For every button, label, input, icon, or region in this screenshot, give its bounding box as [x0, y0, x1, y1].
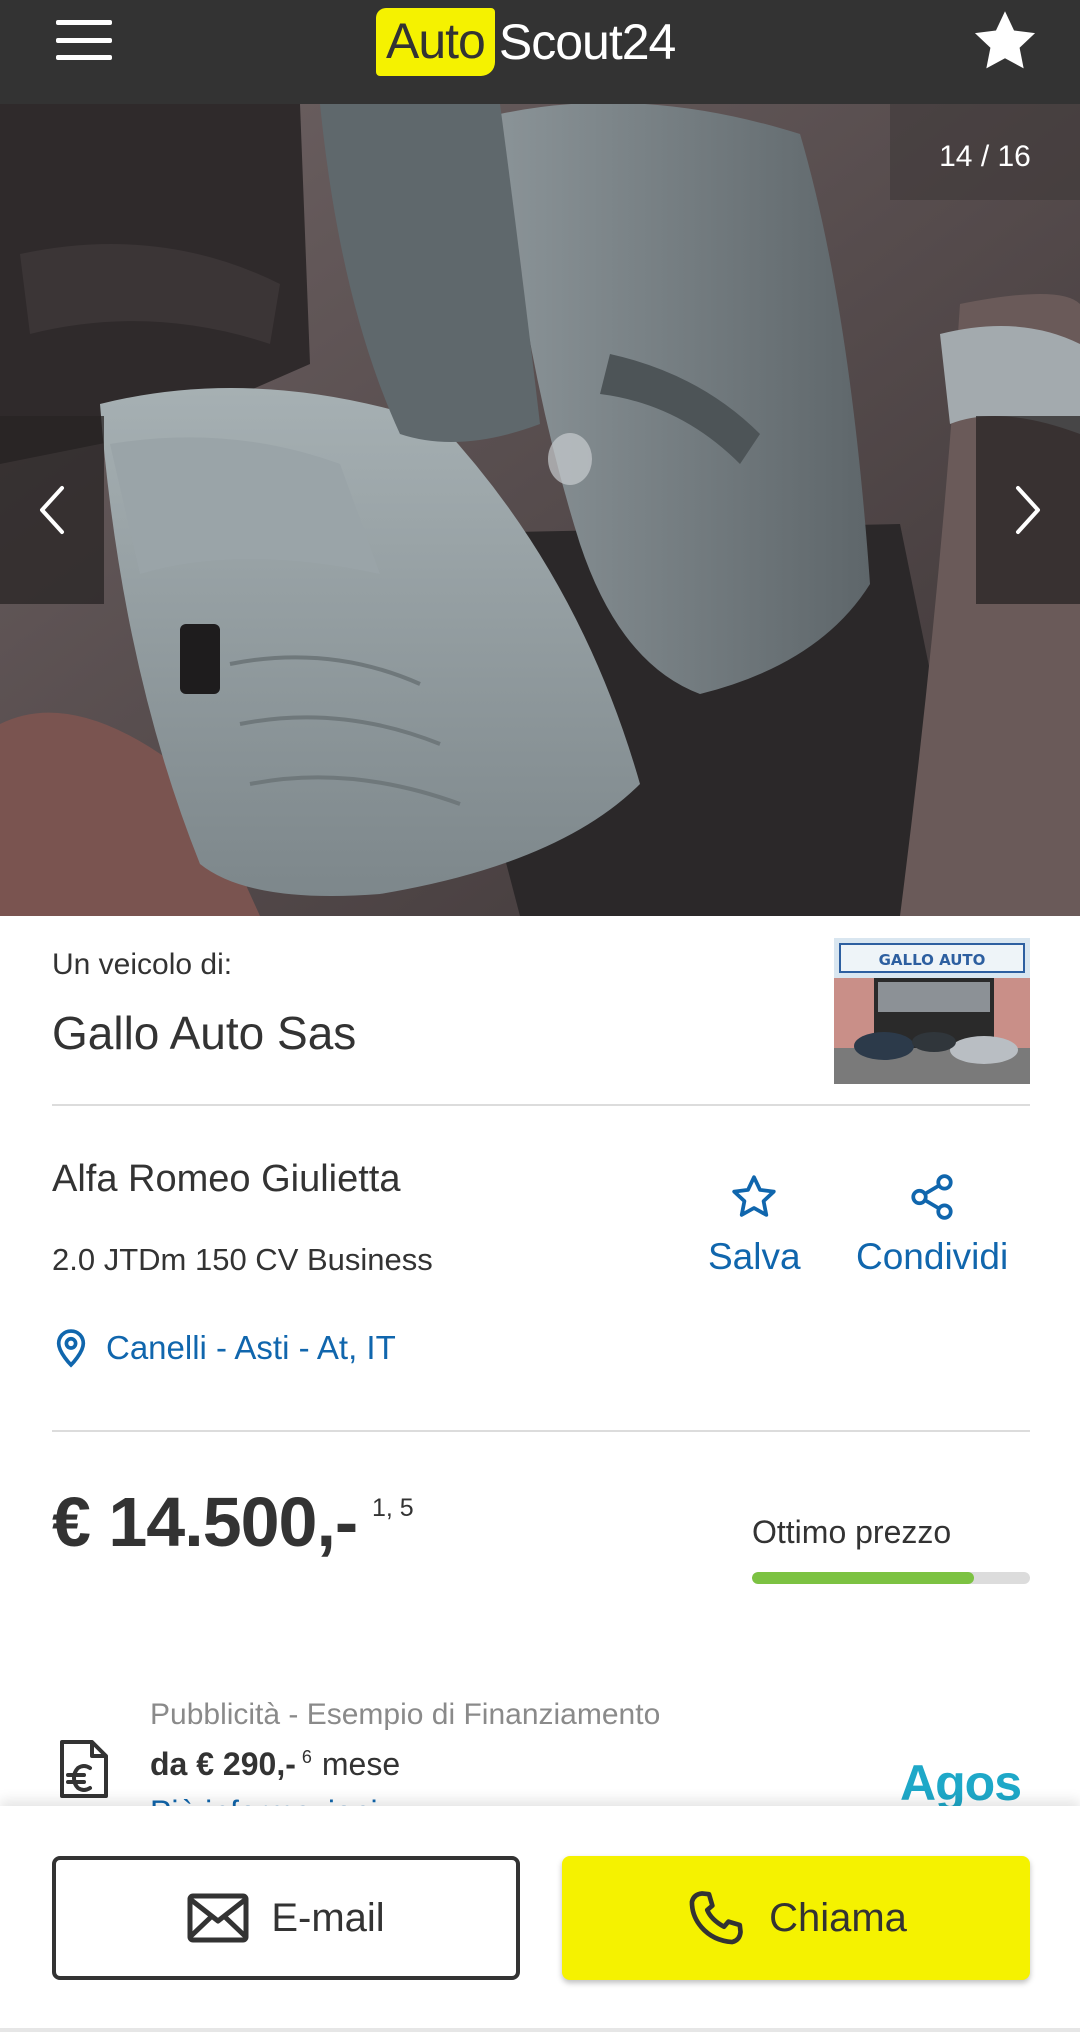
star-icon[interactable]	[970, 6, 1040, 76]
dealer-name[interactable]: Gallo Auto Sas	[52, 1006, 356, 1060]
price-amount: € 14.500,-	[52, 1483, 358, 1561]
autoscout24-logo[interactable]: Auto Scout24	[376, 6, 676, 78]
price-rating-label[interactable]: Ottimo prezzo	[752, 1514, 951, 1551]
euro-document-icon	[56, 1738, 114, 1800]
location-text: Canelli - Asti - At, IT	[106, 1329, 396, 1366]
dealer-section[interactable]: Un veicolo di: Gallo Auto Sas GALLO AUTO	[52, 916, 1030, 1106]
share-label: Condividi	[856, 1236, 1009, 1277]
vehicle-section: Alfa Romeo Giulietta 2.0 JTDm 150 CV Bus…	[52, 1106, 1030, 1432]
chevron-left-icon[interactable]	[0, 416, 104, 604]
photo-gallery[interactable]: 14 / 16	[0, 104, 1080, 916]
agos-logo[interactable]: Agos	[900, 1754, 1022, 1812]
hamburger-menu-icon[interactable]	[56, 18, 112, 62]
logo-auto-text: Auto	[376, 8, 495, 76]
location-pin-icon	[56, 1329, 86, 1368]
save-button[interactable]: Salva	[708, 1172, 801, 1278]
share-button[interactable]: Condividi	[856, 1172, 1008, 1278]
dealer-photo-sign: GALLO AUTO	[879, 951, 986, 969]
star-outline-icon	[732, 1175, 776, 1217]
save-label: Salva	[708, 1236, 801, 1277]
email-button[interactable]: E-mail	[52, 1856, 520, 1980]
chevron-right-icon[interactable]	[976, 416, 1080, 604]
financing-period: mese	[321, 1746, 401, 1782]
email-label: E-mail	[271, 1895, 385, 1940]
logo-scout-text: Scout24	[498, 14, 676, 70]
price-rating-fill	[752, 1572, 975, 1584]
contact-bar: E-mail Chiama	[0, 1806, 1080, 2032]
dealer-label: Un veicolo di:	[52, 948, 233, 981]
car-interior-photo	[0, 104, 1080, 916]
price-rating-bar	[752, 1572, 1030, 1584]
vehicle-title: Alfa Romeo Giulietta	[52, 1158, 401, 1200]
phone-icon	[689, 1891, 743, 1945]
financing-label: Pubblicità - Esempio di Finanziamento	[150, 1698, 661, 1731]
bottom-divider	[0, 2028, 1080, 2032]
share-icon	[911, 1174, 953, 1220]
call-label: Chiama	[769, 1895, 907, 1940]
location-link[interactable]: Canelli - Asti - At, IT	[52, 1328, 396, 1368]
envelope-icon	[187, 1893, 249, 1943]
dealer-photo[interactable]: GALLO AUTO	[834, 938, 1030, 1084]
call-button[interactable]: Chiama	[562, 1856, 1030, 1980]
financing-amount: da € 290,- 6 mese	[150, 1746, 400, 1783]
vehicle-subtitle: 2.0 JTDm 150 CV Business	[52, 1242, 433, 1277]
financing-footnote: 6	[301, 1747, 312, 1768]
financing-amount-value: da € 290,-	[150, 1746, 296, 1782]
price-footnotes[interactable]: 1, 5	[372, 1494, 414, 1523]
app-header: Auto Scout24	[0, 0, 1080, 104]
photo-counter: 14 / 16	[890, 104, 1080, 200]
